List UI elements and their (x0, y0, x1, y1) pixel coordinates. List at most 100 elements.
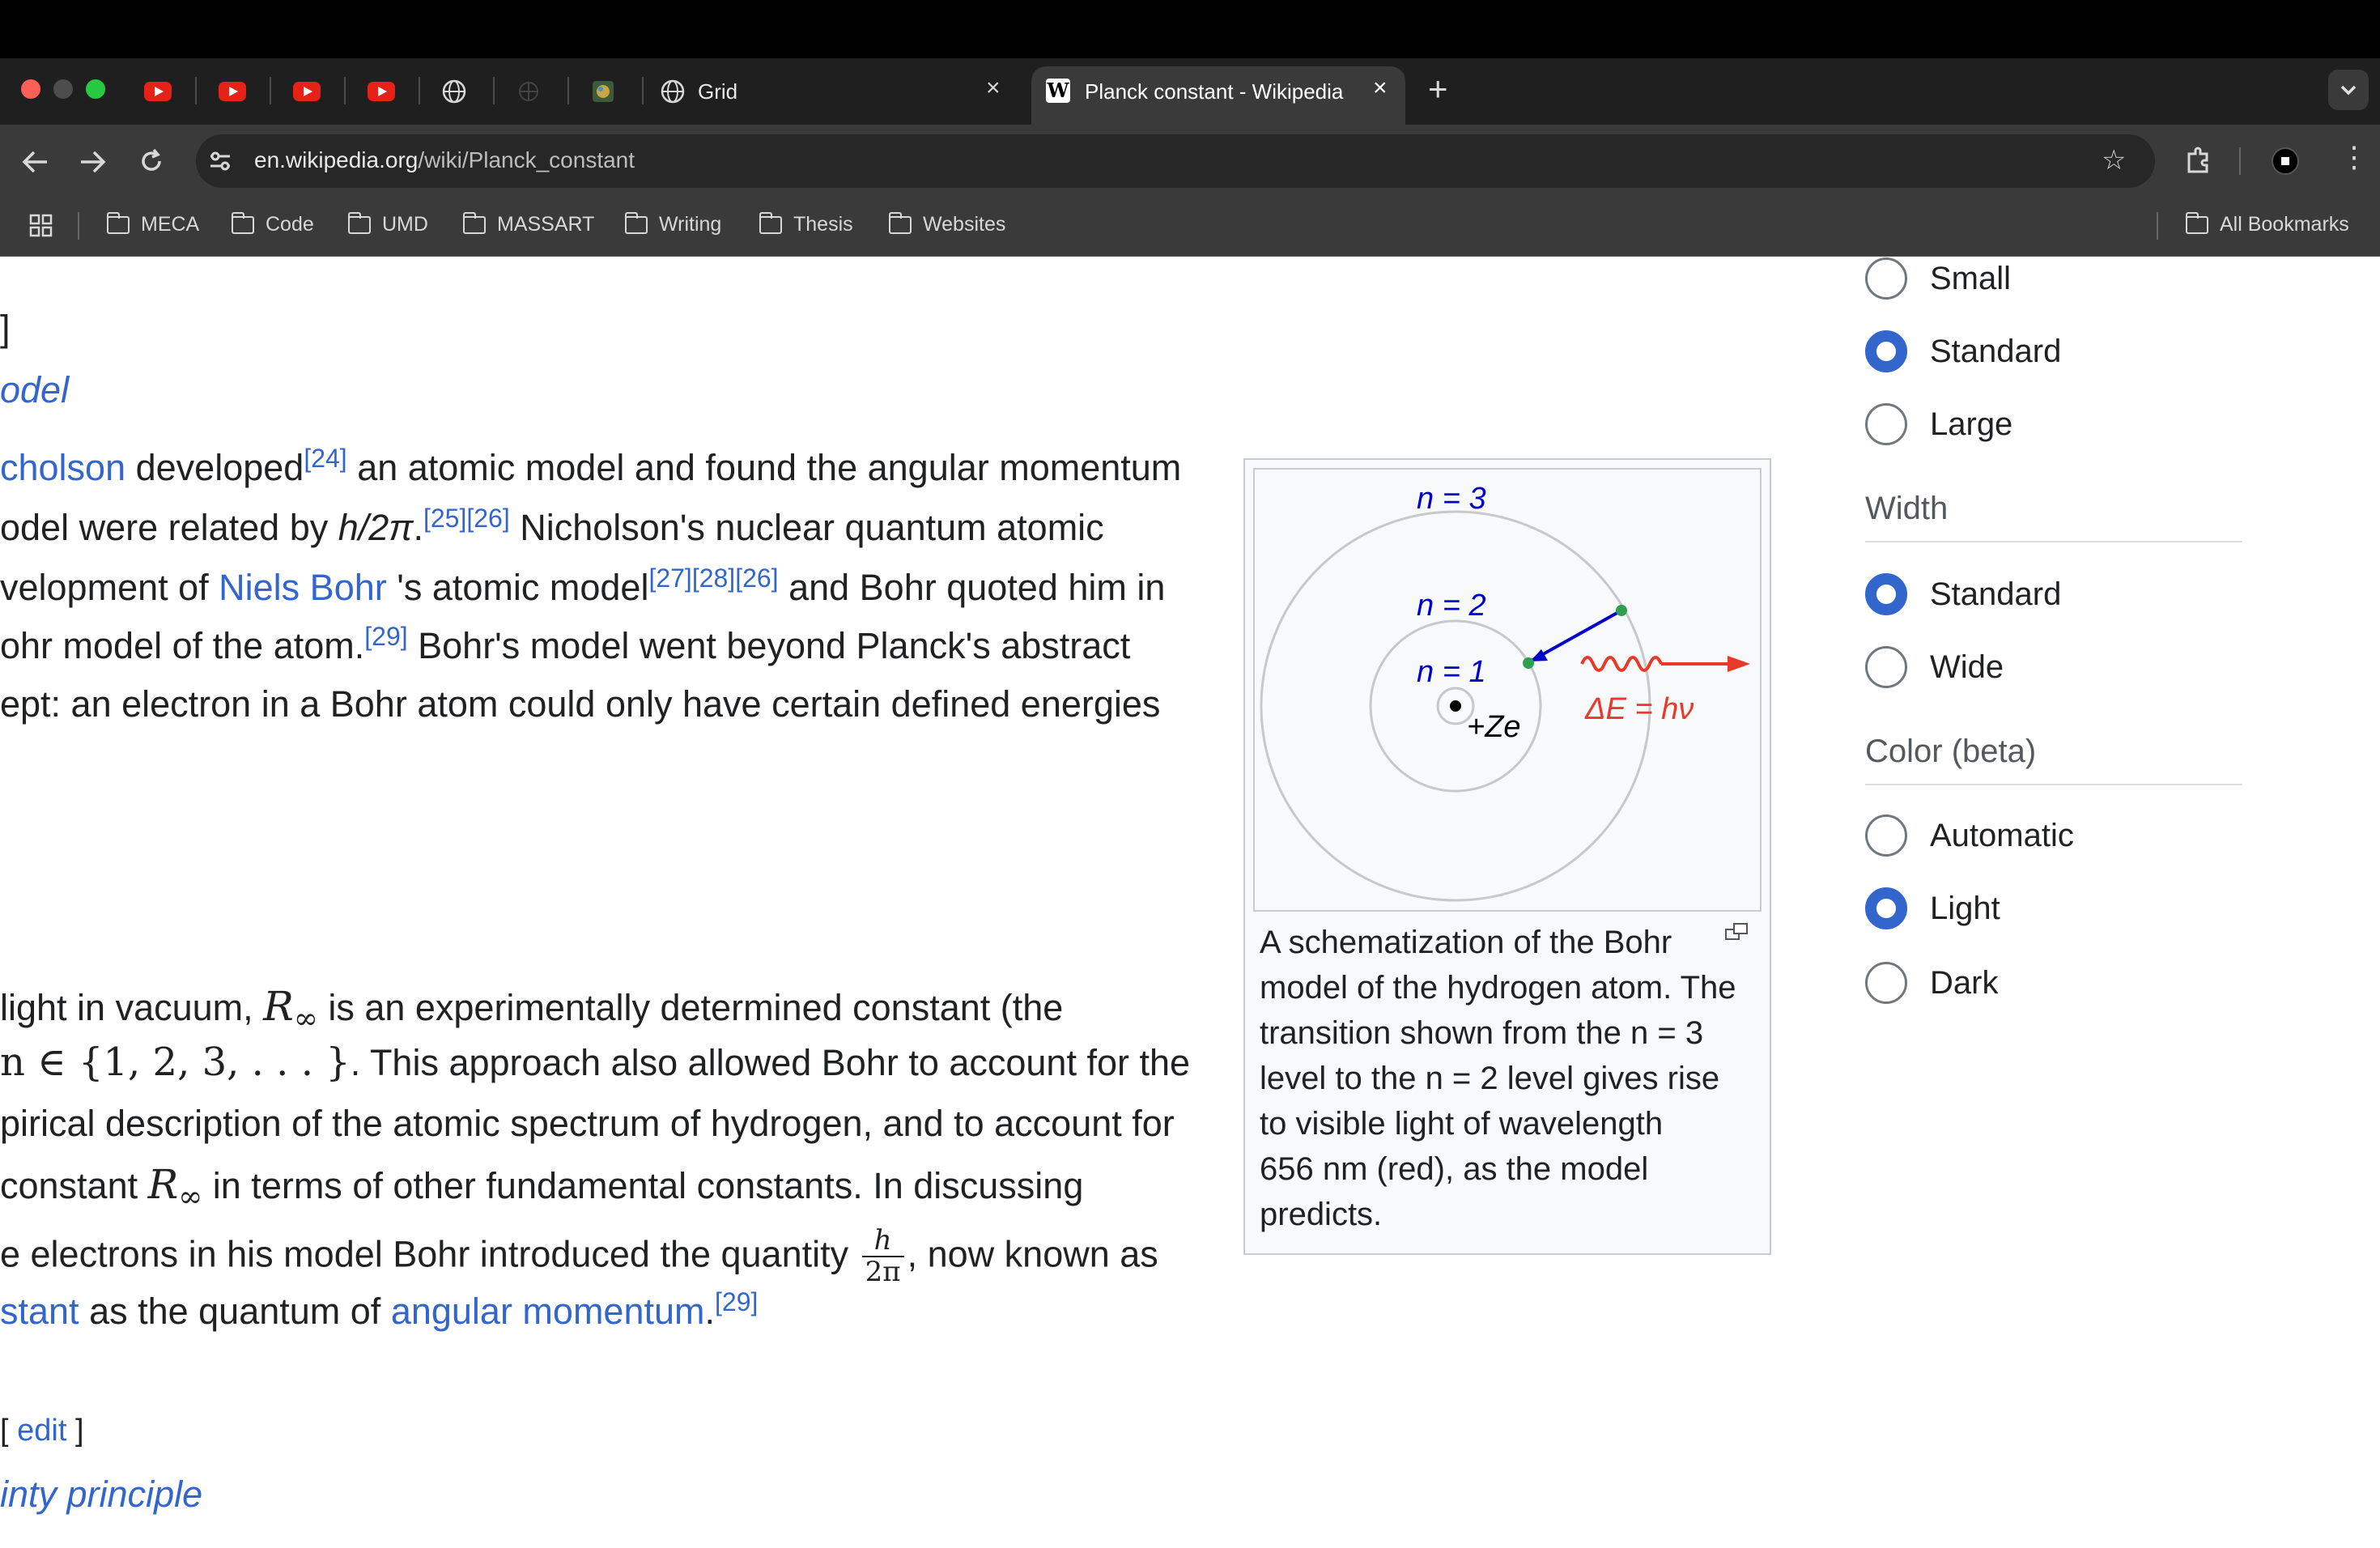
link-nicholson[interactable]: cholson (0, 447, 125, 488)
citation-link[interactable]: [29] (715, 1287, 758, 1316)
radio-width-standard[interactable] (1865, 573, 1907, 615)
math-subscript: ∞ (293, 1002, 318, 1036)
label-nucleus: +Ze (1467, 710, 1521, 744)
option-label[interactable]: Standard (1930, 334, 2061, 370)
url-path: /wiki/Planck_constant (418, 147, 635, 172)
reload-icon[interactable] (138, 147, 165, 175)
text: developed (125, 447, 304, 488)
all-bookmarks-button[interactable]: All Bookmarks (2186, 211, 2349, 236)
link-angular-momentum[interactable]: angular momentum (391, 1291, 705, 1332)
caption-line: model of the hydrogen atom. The (1260, 970, 1736, 1006)
site-info-icon[interactable] (207, 149, 233, 173)
fraction-denominator: 2π (865, 1256, 901, 1289)
section-bracket: ] (0, 308, 11, 349)
youtube-icon[interactable] (219, 82, 246, 101)
more-menu-icon[interactable]: ⋮ (2340, 142, 2369, 172)
paragraph-line: velopment of Niels Bohr 's atomic model[… (0, 565, 1165, 609)
chevron-down-icon (2340, 85, 2357, 96)
bookmark-folder-code[interactable]: Code (232, 211, 314, 236)
color-heading: Color (beta) (1865, 734, 2037, 769)
option-label[interactable]: Automatic (1930, 818, 2074, 854)
link-niels-bohr[interactable]: Niels Bohr (219, 567, 387, 608)
citation-link[interactable]: [29] (364, 622, 407, 651)
forward-icon[interactable] (78, 149, 107, 175)
youtube-icon[interactable] (144, 82, 172, 101)
new-tab-icon[interactable]: + (1428, 70, 1448, 108)
photon-arrowhead (1728, 656, 1750, 672)
option-label[interactable]: Standard (1930, 576, 2061, 613)
caption-line: level to the n = 2 level gives rise (1260, 1061, 1720, 1096)
profile-avatar[interactable] (2272, 147, 2299, 175)
bookmark-folder-massart[interactable]: MASSART (463, 211, 594, 236)
bookmark-folder-websites[interactable]: Websites (889, 211, 1006, 236)
paragraph-line: ept: an electron in a Bohr atom could on… (0, 683, 1161, 725)
edit-link[interactable]: edit (17, 1414, 66, 1448)
apps-grid-icon[interactable] (29, 214, 53, 238)
paragraph-line: n ∈ {1, 2, 3, . . . }. This approach als… (0, 1040, 1190, 1085)
bookmark-folder-thesis[interactable]: Thesis (759, 211, 853, 236)
heading-link-bohr-model[interactable]: odel (0, 369, 69, 411)
math-n-set: n ∈ {1, 2, 3, . . . } (0, 1040, 351, 1085)
heading-link-uncertainty-principle[interactable]: inty principle (0, 1474, 202, 1516)
link-planck-constant[interactable]: stant (0, 1291, 79, 1332)
radio-color-automatic[interactable] (1865, 814, 1907, 857)
close-tab-icon[interactable]: × (986, 74, 1001, 102)
divider (1865, 784, 2242, 785)
option-label[interactable]: Dark (1930, 965, 1998, 1002)
back-icon[interactable] (21, 149, 50, 175)
radio-color-dark[interactable] (1865, 962, 1907, 1004)
image-favicon-icon[interactable] (591, 79, 615, 104)
maximize-window-button[interactable] (86, 79, 105, 99)
minimize-window-button[interactable] (53, 79, 73, 99)
text: 's atomic model (386, 567, 649, 608)
close-window-button[interactable] (21, 79, 40, 99)
tab-title[interactable]: Planck constant - Wikipedia (1085, 79, 1343, 104)
radio-text-large[interactable] (1865, 403, 1907, 445)
folder-icon (463, 211, 486, 234)
generic-favicon-icon[interactable] (516, 79, 541, 104)
globe-icon[interactable] (661, 79, 685, 104)
profile-square-icon (2281, 157, 2289, 165)
option-label[interactable]: Light (1930, 891, 2000, 927)
photon-wave (1580, 656, 1663, 672)
bookmark-folder-writing[interactable]: Writing (625, 211, 721, 236)
bookmark-star-icon[interactable]: ☆ (2102, 144, 2126, 176)
option-label[interactable]: Small (1930, 261, 2011, 297)
youtube-icon[interactable] (368, 82, 395, 101)
radio-width-wide[interactable] (1865, 646, 1907, 688)
extensions-icon[interactable] (2184, 146, 2213, 175)
close-tab-icon[interactable]: × (1373, 74, 1388, 102)
text: e electrons in his model Bohr introduced… (0, 1233, 859, 1275)
url-text[interactable]: en.wikipedia.org/wiki/Planck_constant (254, 147, 635, 173)
radio-color-light[interactable] (1865, 887, 1907, 929)
option-label[interactable]: Large (1930, 406, 2012, 443)
bookmark-folder-meca[interactable]: MECA (107, 211, 200, 236)
globe-icon[interactable] (442, 79, 466, 104)
youtube-icon[interactable] (293, 82, 321, 101)
label-n2: n = 2 (1417, 589, 1486, 623)
paragraph-line: constant R∞ in terms of other fundamenta… (0, 1161, 1083, 1214)
folder-icon (889, 211, 912, 234)
width-heading: Width (1865, 491, 1949, 526)
bookmark-label: UMD (382, 213, 428, 236)
radio-text-small[interactable] (1865, 257, 1907, 300)
citation-link[interactable]: [24] (304, 444, 346, 473)
tab-search-button[interactable] (2328, 70, 2369, 110)
folder-icon (2186, 211, 2208, 234)
nucleus (1450, 700, 1461, 712)
enlarge-icon[interactable] (1724, 921, 1750, 942)
option-label[interactable]: Wide (1930, 649, 2004, 686)
citation-link[interactable]: [25][26] (423, 504, 510, 533)
label-n3: n = 3 (1417, 482, 1486, 516)
bookmark-label: MECA (141, 213, 200, 236)
paragraph-line: ohr model of the atom.[29] Bohr's model … (0, 622, 1130, 667)
text: . (413, 507, 423, 548)
citation-link[interactable]: [27][28][26] (648, 563, 778, 593)
text: as the quantum of (79, 1291, 391, 1332)
radio-text-standard[interactable] (1865, 330, 1907, 372)
bookmark-label: Websites (923, 213, 1006, 236)
text: ohr model of the atom. (0, 625, 365, 666)
tab-title[interactable]: Grid (698, 79, 737, 104)
folder-icon (759, 211, 782, 234)
bookmark-folder-umd[interactable]: UMD (348, 211, 428, 236)
